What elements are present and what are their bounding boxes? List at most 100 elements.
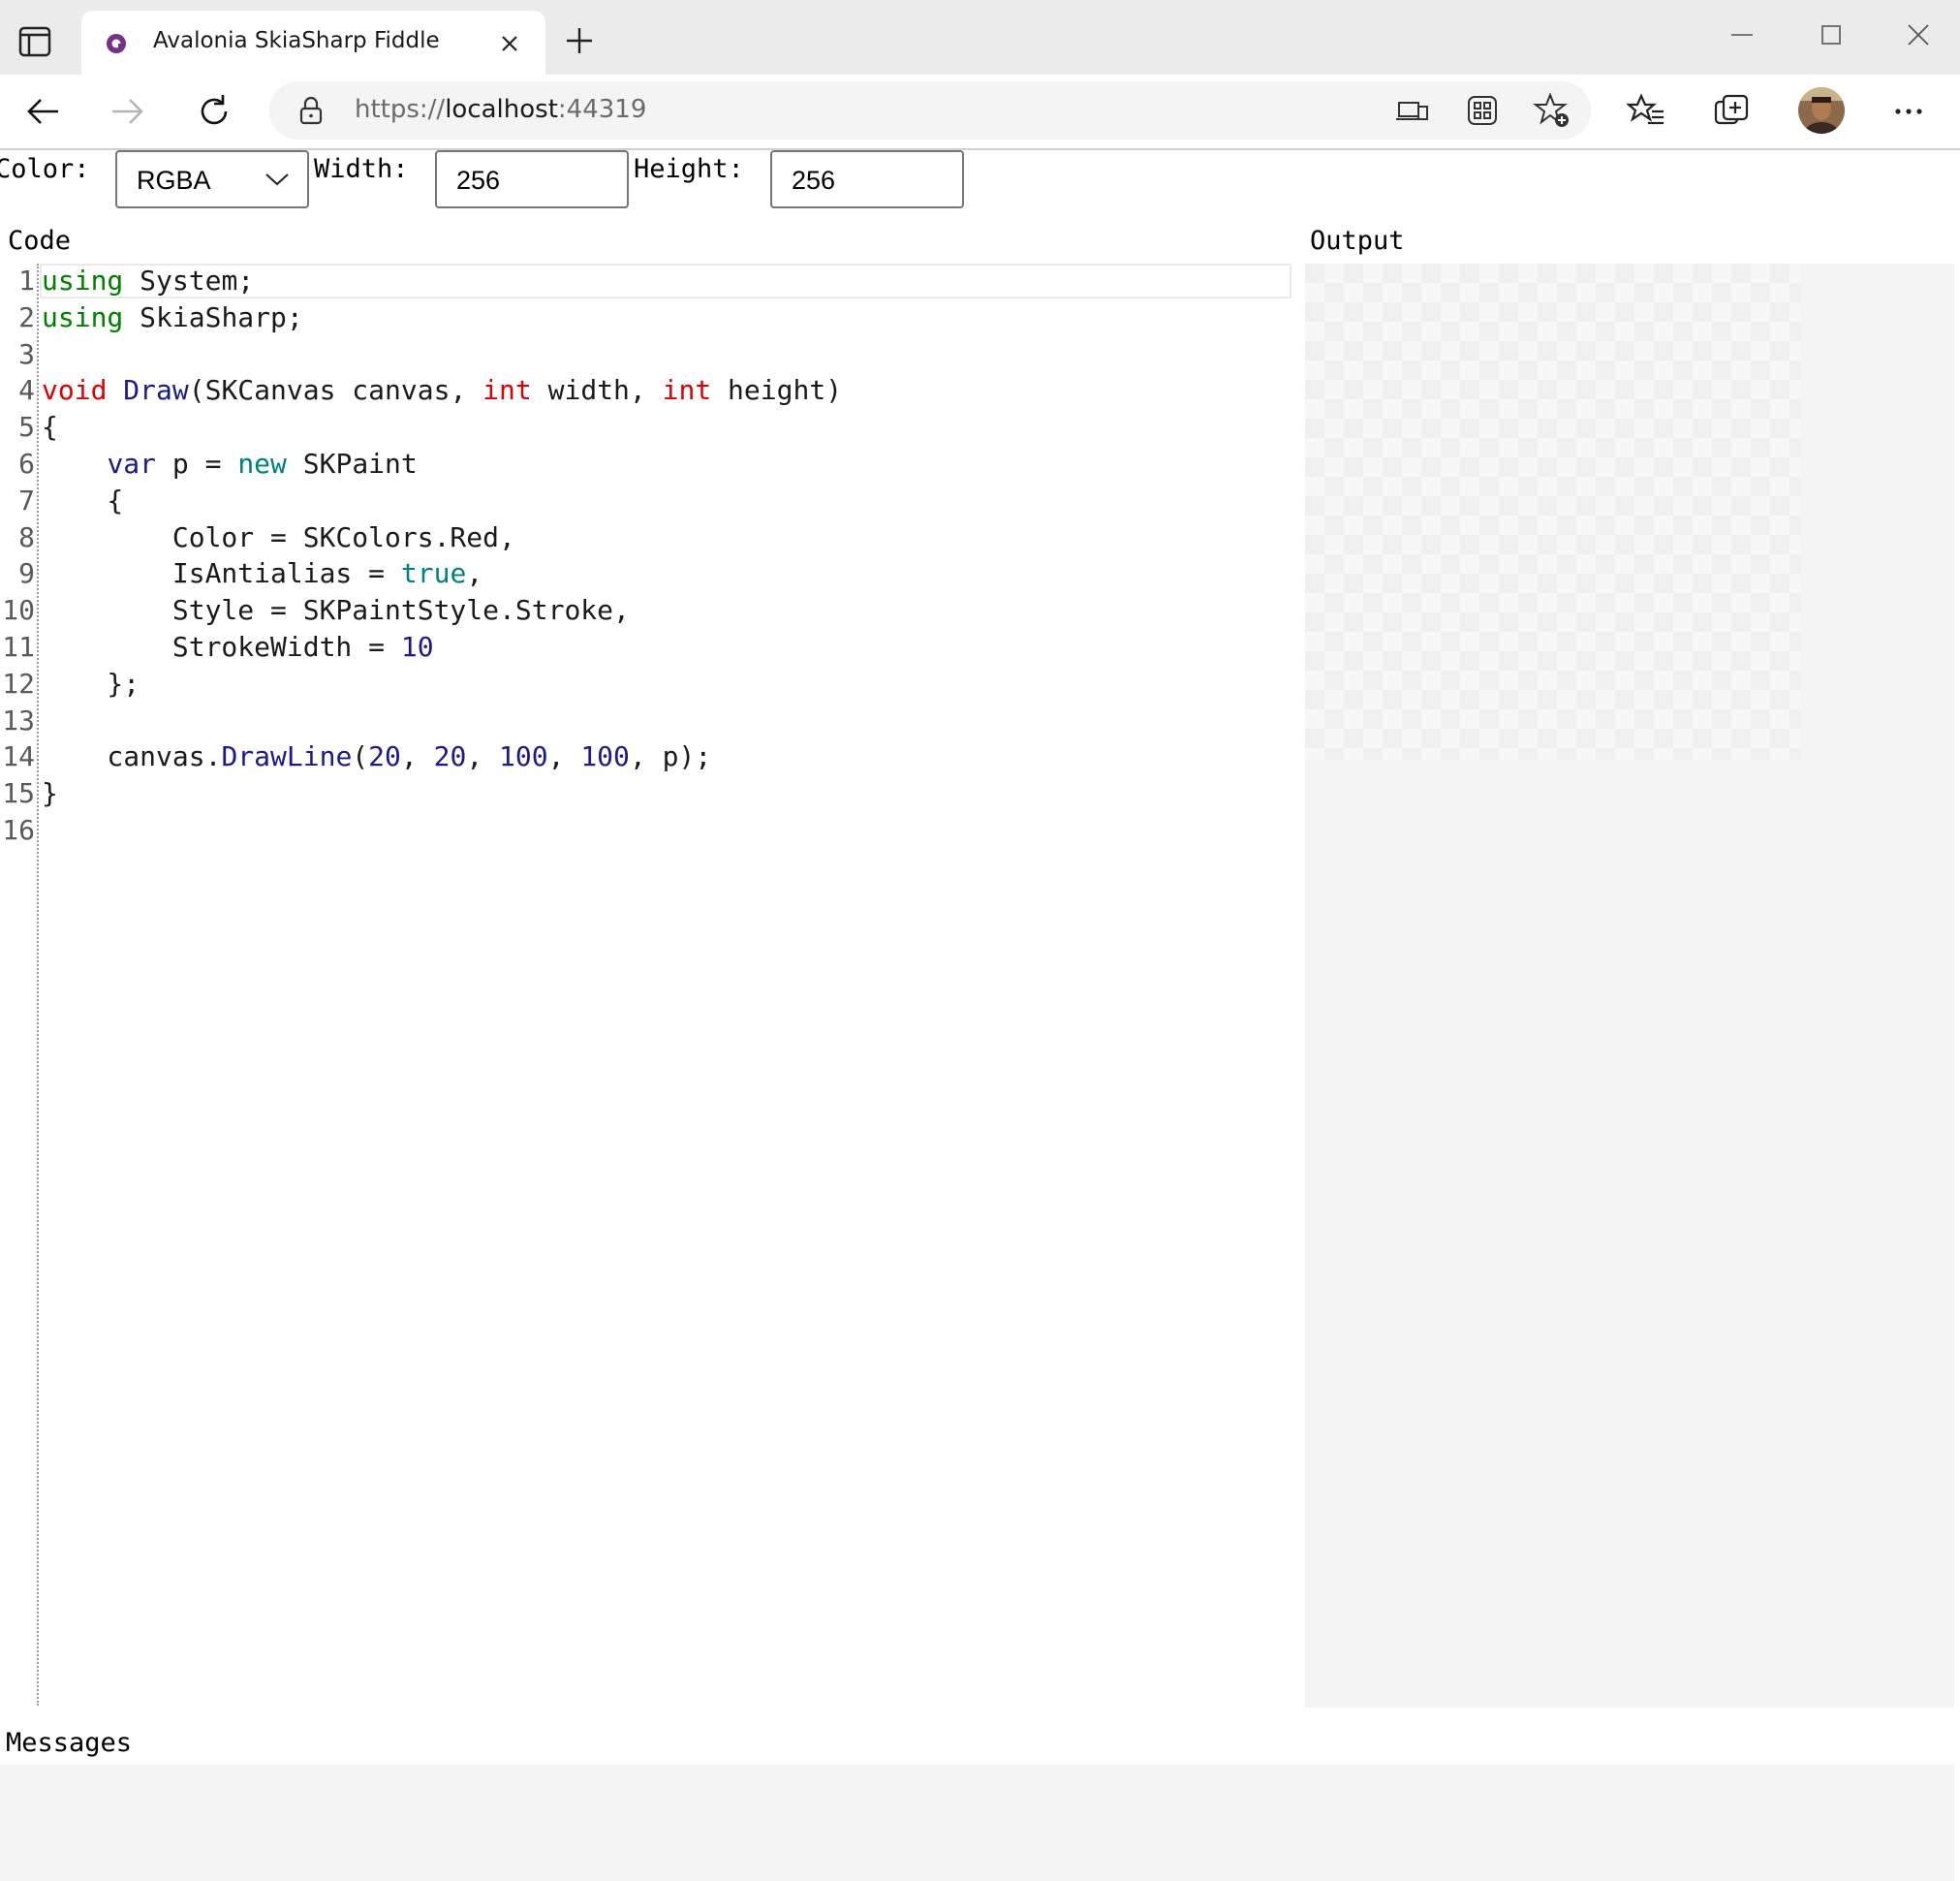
code-token: using	[42, 300, 124, 333]
code-token: DrawLine	[221, 740, 353, 773]
profile-avatar[interactable]	[1798, 87, 1845, 134]
code-token: 100	[499, 740, 548, 773]
line-number: 8	[18, 520, 35, 553]
code-text: {	[42, 483, 123, 519]
code-token: ,	[466, 557, 483, 590]
browser-tab[interactable]: Avalonia SkiaSharp Fiddle	[81, 11, 545, 75]
url-text[interactable]: https://localhost:44319	[355, 95, 646, 124]
browser-toolbar: https://localhost:44319	[0, 75, 1960, 150]
code-heading: Code	[8, 226, 72, 256]
code-line[interactable]: 12 };	[0, 666, 1298, 703]
code-text: };	[42, 666, 140, 703]
code-token: SKPaint	[286, 448, 418, 480]
code-line[interactable]: 8 Color = SKColors.Red,	[0, 519, 1298, 556]
color-select-value: RGBA	[137, 166, 211, 195]
line-number: 3	[18, 337, 35, 370]
line-number: 12	[2, 667, 35, 700]
code-token: , p);	[629, 740, 712, 773]
code-token: System;	[140, 265, 255, 297]
address-bar[interactable]: https://localhost:44319	[269, 81, 1591, 140]
tab-strip: Avalonia SkiaSharp Fiddle	[0, 0, 1960, 75]
code-text: canvas.DrawLine(20, 20, 100, 100, p);	[42, 738, 711, 775]
lock-icon[interactable]	[296, 95, 326, 126]
messages-panel	[0, 1765, 1954, 1881]
code-line[interactable]: 2 using SkiaSharp;	[0, 299, 1298, 336]
code-token: Style = SKPaintStyle.Stroke,	[42, 594, 630, 627]
new-tab-icon[interactable]	[564, 25, 595, 56]
read-aloud-icon[interactable]	[1463, 91, 1502, 130]
code-token: 100	[580, 740, 630, 773]
code-line[interactable]: 11 StrokeWidth = 10	[0, 629, 1298, 666]
code-line[interactable]: 7 {	[0, 483, 1298, 519]
code-line[interactable]: 5{	[0, 409, 1298, 446]
height-input[interactable]: 256	[770, 150, 964, 208]
code-token: ,	[400, 740, 434, 773]
code-token: 20	[433, 740, 467, 773]
tab-actions-icon[interactable]	[17, 25, 52, 58]
url-host: localhost	[445, 95, 558, 124]
line-number: 13	[2, 704, 35, 737]
code-editor[interactable]: 1 using System; 2 using SkiaSharp; 3 4 void Dr…	[0, 264, 1298, 1706]
code-token: StrokeWidth =	[42, 631, 401, 663]
collections-icon[interactable]	[1712, 92, 1751, 131]
width-input-value: 256	[456, 166, 501, 195]
width-input[interactable]: 256	[435, 150, 629, 208]
code-token: height)	[711, 374, 843, 407]
messages-heading: Messages	[6, 1728, 133, 1758]
code-token: int	[482, 374, 532, 407]
code-token: 10	[400, 631, 434, 663]
minimize-icon[interactable]	[1728, 21, 1756, 48]
line-number: 15	[2, 777, 35, 810]
code-line[interactable]: 14 canvas.DrawLine(20, 20, 100, 100, p);	[0, 738, 1298, 775]
app-available-icon[interactable]	[1393, 91, 1432, 130]
close-tab-icon[interactable]	[498, 32, 521, 55]
code-line[interactable]: 13	[0, 703, 1298, 739]
code-token: var	[107, 448, 157, 480]
code-line[interactable]: 6 var p = new SKPaint	[0, 446, 1298, 483]
chevron-down-icon	[265, 173, 289, 186]
close-window-icon[interactable]	[1905, 21, 1932, 48]
code-token: SkiaSharp;	[140, 300, 303, 333]
line-number: 14	[2, 740, 35, 773]
forward-icon[interactable]	[109, 92, 147, 131]
line-number: 10	[2, 594, 35, 627]
code-token: width,	[531, 374, 663, 407]
maximize-icon[interactable]	[1818, 21, 1845, 48]
code-token: };	[42, 667, 140, 700]
line-number: 4	[18, 374, 35, 407]
code-text: }	[42, 775, 58, 812]
line-number: 7	[18, 484, 35, 517]
more-icon[interactable]	[1889, 92, 1928, 131]
avalonia-logo-icon	[107, 34, 126, 53]
back-icon[interactable]	[23, 92, 62, 131]
refresh-icon[interactable]	[195, 92, 233, 131]
add-favorite-icon[interactable]	[1533, 91, 1571, 130]
code-token: {	[42, 411, 58, 444]
code-line[interactable]: 4 void Draw(SKCanvas canvas, int width, i…	[0, 372, 1298, 409]
code-line[interactable]: 1 using System;	[0, 263, 1298, 299]
code-token: int	[662, 374, 712, 407]
code-line[interactable]: 16	[0, 812, 1298, 849]
code-text: Color = SKColors.Red,	[42, 519, 515, 556]
code-text: StrokeWidth = 10	[42, 629, 434, 666]
height-label: Height:	[634, 154, 744, 184]
output-canvas	[1305, 264, 1801, 760]
code-line[interactable]: 3	[0, 336, 1298, 373]
line-number: 6	[18, 448, 35, 480]
code-token: (SKCanvas canvas,	[188, 374, 483, 407]
code-line[interactable]: 9 IsAntialias = true,	[0, 555, 1298, 592]
output-heading: Output	[1310, 226, 1405, 256]
code-line[interactable]: 10 Style = SKPaintStyle.Stroke,	[0, 592, 1298, 629]
code-token: true	[400, 557, 467, 590]
code-text: IsAntialias = true,	[42, 555, 482, 592]
code-token: p =	[156, 448, 238, 480]
code-token: void	[42, 374, 108, 407]
url-scheme: https://	[355, 95, 446, 124]
code-text: using SkiaSharp;	[42, 299, 303, 336]
favorites-icon[interactable]	[1627, 92, 1665, 131]
code-token: Color = SKColors.Red,	[42, 520, 515, 553]
line-number: 9	[18, 557, 35, 590]
code-text: using System;	[42, 263, 254, 299]
color-select[interactable]: RGBA	[115, 150, 309, 208]
code-line[interactable]: 15}	[0, 775, 1298, 812]
